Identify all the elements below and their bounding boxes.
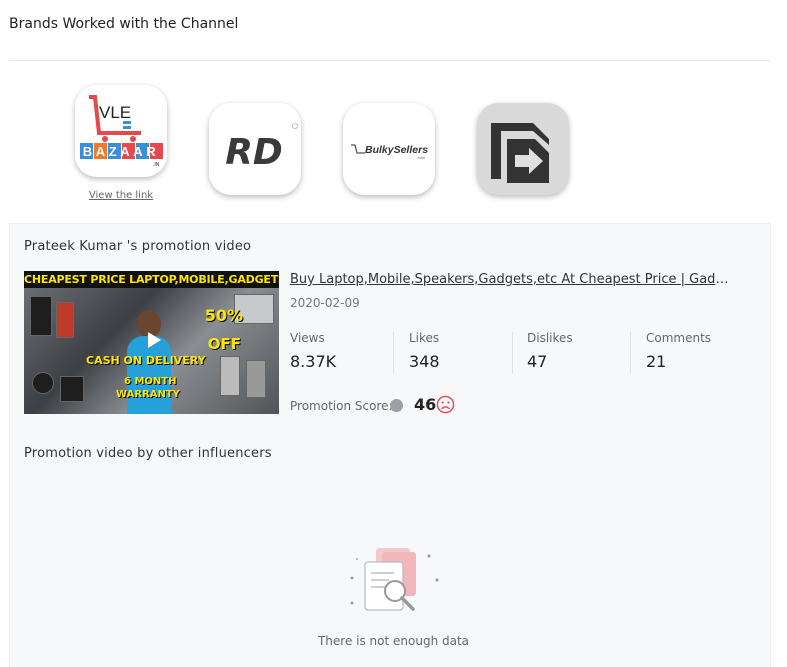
stat-label: Likes	[409, 331, 440, 345]
score-info-icon[interactable]	[390, 399, 403, 412]
stat-dislikes: Dislikes 47	[527, 331, 573, 375]
stat-divider	[393, 332, 394, 374]
brand-logo-arrow[interactable]	[477, 103, 569, 195]
thumbnail-discount: 50%	[204, 306, 243, 325]
thumbnail-box	[32, 372, 54, 394]
rd-logo: RD	[225, 123, 298, 173]
stat-divider	[630, 332, 631, 374]
no-data-document-search-icon	[350, 548, 439, 611]
promotion-score-value: 46	[414, 395, 437, 414]
brand-logo-rd[interactable]: RD	[209, 103, 301, 195]
thumbnail-box	[246, 360, 266, 398]
bulky-sellers-logo-sub: .com	[416, 155, 425, 160]
stat-value: 348	[409, 352, 440, 371]
arrow-brand-logo	[491, 123, 549, 183]
divider	[9, 60, 770, 61]
thumbnail-banner: CHEAPEST PRICE LAPTOP,MOBILE,GADGETS	[24, 271, 279, 288]
thumbnail-warranty-1: 6 MONTH	[124, 376, 177, 387]
thumbnail-box	[220, 356, 240, 396]
bulky-sellers-logo: BulkySellers .com	[351, 144, 428, 160]
stat-divider	[512, 332, 513, 374]
vle-logo-text: VLE	[99, 103, 131, 122]
stat-value: 47	[527, 352, 548, 371]
bazaar-logo-text: BAZAAR	[83, 144, 159, 159]
sad-face-icon	[436, 395, 455, 414]
vle-bazaar-logo: VLE BAZAAR .IN	[80, 95, 163, 168]
thumbnail-off: OFF	[207, 335, 241, 353]
stat-value: 21	[646, 352, 667, 371]
thumbnail-box	[30, 296, 52, 336]
view-link[interactable]: View the link	[75, 190, 167, 201]
stat-label: Comments	[646, 331, 712, 345]
stat-value: 8.37K	[290, 352, 337, 371]
stat-label: Views	[290, 331, 325, 345]
video-title-link[interactable]: Buy Laptop,Mobile,Speakers,Gadgets,etc A…	[290, 272, 730, 287]
thumbnail-warranty-2: WARRANTY	[116, 389, 180, 400]
brand-logo-vle-bazaar[interactable]: VLE BAZAAR .IN	[75, 85, 167, 177]
empty-state-text: There is not enough data	[317, 634, 470, 648]
section-title: Brands Worked with the Channel	[9, 16, 239, 32]
rd-logo-text: RD	[225, 132, 283, 173]
stat-views: Views 8.37K	[290, 331, 336, 375]
other-influencers-title: Promotion video by other influencers	[24, 446, 272, 461]
vle-logo-suffix: .IN	[153, 162, 160, 168]
brand-logo-bulky-sellers[interactable]: BulkySellers .com	[343, 103, 435, 195]
video-thumbnail[interactable]: CHEAPEST PRICE LAPTOP,MOBILE,GADGETS 50%…	[24, 271, 279, 414]
stat-comments: Comments 21	[646, 331, 711, 375]
video-date: 2020-02-09	[290, 296, 360, 310]
thumbnail-box	[60, 376, 84, 402]
promotion-score-label: Promotion Score:	[290, 399, 393, 413]
play-icon[interactable]	[141, 328, 165, 352]
thumbnail-cod: CASH ON DELIVERY	[86, 354, 206, 367]
stat-label: Dislikes	[527, 331, 573, 345]
thumbnail-box	[56, 302, 74, 338]
promotion-title: Prateek Kumar 's promotion video	[24, 239, 252, 254]
stat-likes: Likes 348	[409, 331, 440, 375]
